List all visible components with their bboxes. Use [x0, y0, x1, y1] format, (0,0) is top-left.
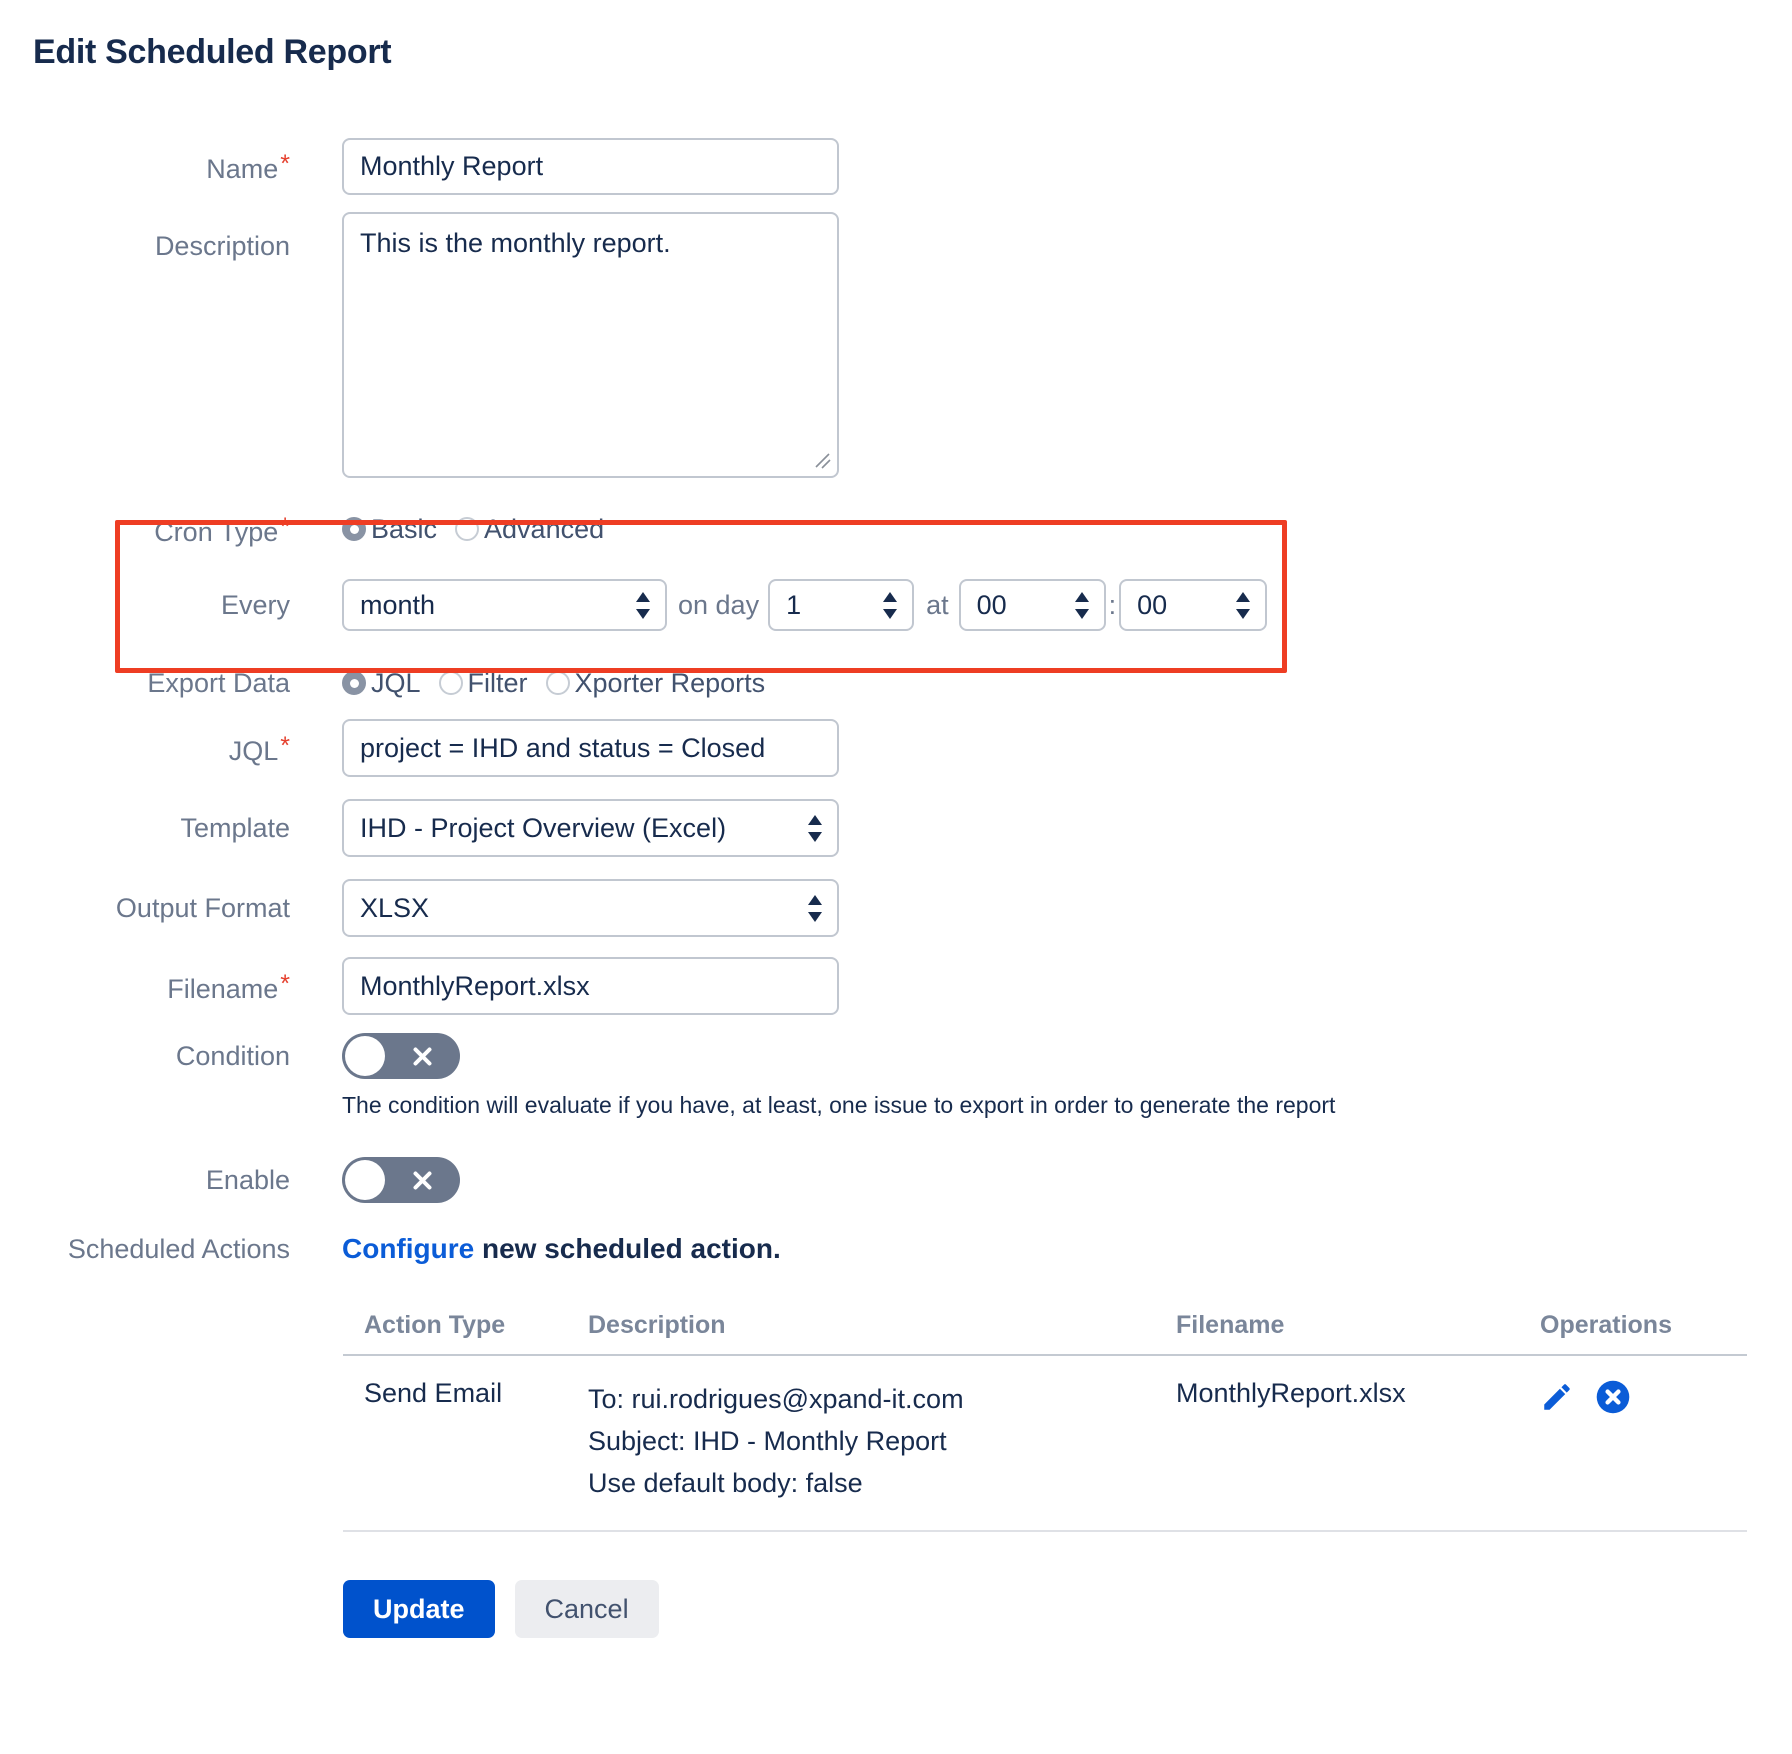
select-spinner-icon [807, 895, 823, 922]
page-title: Edit Scheduled Report [33, 30, 1792, 74]
operations-cell [1540, 1378, 1747, 1504]
every-label: Every [0, 589, 290, 621]
scheduled-actions-label: Scheduled Actions [0, 1233, 290, 1265]
cron-type-radio-basic[interactable]: Basic [342, 514, 437, 545]
scheduled-action-text: new scheduled action. [474, 1233, 781, 1264]
cron-type-label: Cron Type [0, 511, 290, 548]
action-type-cell: Send Email [343, 1378, 588, 1504]
edit-scheduled-report-form: Name Description This is the monthly rep… [0, 138, 1792, 1265]
update-button[interactable]: Update [343, 1580, 495, 1638]
name-input[interactable] [342, 138, 839, 195]
jql-input[interactable] [342, 719, 839, 777]
enable-label: Enable [0, 1164, 290, 1196]
radio-icon [455, 517, 479, 541]
output-format-select[interactable]: XLSX [342, 879, 839, 937]
delete-x-circle-icon[interactable] [1596, 1380, 1630, 1414]
condition-help-text: The condition will evaluate if you have,… [342, 1092, 1335, 1119]
every-minute-select[interactable]: 00 [1119, 579, 1267, 631]
condition-toggle[interactable] [342, 1033, 460, 1079]
at-label: at [926, 590, 949, 621]
table-row: Send Email To: rui.rodrigues@xpand-it.co… [343, 1356, 1747, 1532]
column-header-action-type: Action Type [343, 1311, 588, 1340]
description-cell: To: rui.rodrigues@xpand-it.com Subject: … [588, 1378, 1176, 1504]
jql-label: JQL [0, 730, 290, 767]
on-day-label: on day [678, 590, 759, 621]
enable-row: Enable [0, 1157, 1792, 1203]
scheduled-actions-table: Action Type Description Filename Operati… [343, 1311, 1747, 1532]
radio-icon [342, 517, 366, 541]
export-data-label: Export Data [0, 667, 290, 699]
every-unit-select[interactable]: month [342, 579, 667, 631]
edit-pencil-icon[interactable] [1540, 1380, 1574, 1414]
name-row: Name [0, 138, 1792, 195]
column-header-filename: Filename [1176, 1311, 1540, 1340]
toggle-knob [345, 1160, 385, 1200]
cron-type-radio-advanced[interactable]: Advanced [455, 514, 604, 545]
select-spinner-icon [882, 592, 898, 619]
column-header-operations: Operations [1540, 1311, 1747, 1340]
cron-type-row: Cron Type Basic Advanced [0, 511, 1792, 547]
radio-icon [546, 671, 570, 695]
toggle-knob [345, 1036, 385, 1076]
description-textarea[interactable]: This is the monthly report. [342, 212, 839, 478]
export-data-radio-filter[interactable]: Filter [439, 668, 528, 699]
jql-row: JQL [0, 719, 1792, 777]
radio-icon [439, 671, 463, 695]
template-row: Template IHD - Project Overview (Excel) [0, 799, 1792, 857]
enable-toggle[interactable] [342, 1157, 460, 1203]
name-label: Name [0, 148, 290, 185]
form-actions: Update Cancel [343, 1580, 1792, 1638]
export-data-radio-xporter-reports[interactable]: Xporter Reports [546, 668, 766, 699]
cancel-button[interactable]: Cancel [515, 1580, 659, 1638]
time-separator: : [1109, 590, 1117, 621]
select-spinner-icon [807, 815, 823, 842]
column-header-description: Description [588, 1311, 1176, 1340]
every-row: Every month on day 1 at 00 [0, 579, 1792, 631]
output-format-row: Output Format XLSX [0, 879, 1792, 937]
table-header-row: Action Type Description Filename Operati… [343, 1311, 1747, 1356]
condition-label: Condition [0, 1033, 290, 1072]
radio-icon [342, 671, 366, 695]
export-data-row: Export Data JQL Filter Xporter Reports [0, 665, 1792, 701]
template-select[interactable]: IHD - Project Overview (Excel) [342, 799, 839, 857]
select-spinner-icon [1074, 592, 1090, 619]
filename-row: Filename [0, 957, 1792, 1015]
configure-link[interactable]: Configure [342, 1233, 474, 1264]
every-day-select[interactable]: 1 [768, 579, 914, 631]
output-format-label: Output Format [0, 892, 290, 924]
condition-row: Condition The condition will evaluate if… [0, 1033, 1792, 1119]
resize-grip-icon[interactable] [813, 451, 831, 469]
export-data-radio-jql[interactable]: JQL [342, 668, 421, 699]
filename-cell: MonthlyReport.xlsx [1176, 1378, 1540, 1504]
select-spinner-icon [1235, 592, 1251, 619]
filename-label: Filename [0, 968, 290, 1005]
description-label: Description [0, 212, 290, 262]
description-row: Description This is the monthly report. [0, 212, 1792, 478]
scheduled-actions-row: Scheduled Actions Configure new schedule… [0, 1233, 1792, 1265]
every-hour-select[interactable]: 00 [959, 579, 1106, 631]
select-spinner-icon [635, 592, 651, 619]
filename-input[interactable] [342, 957, 839, 1015]
toggle-off-x-icon [411, 1045, 434, 1068]
toggle-off-x-icon [411, 1169, 434, 1192]
template-label: Template [0, 812, 290, 844]
